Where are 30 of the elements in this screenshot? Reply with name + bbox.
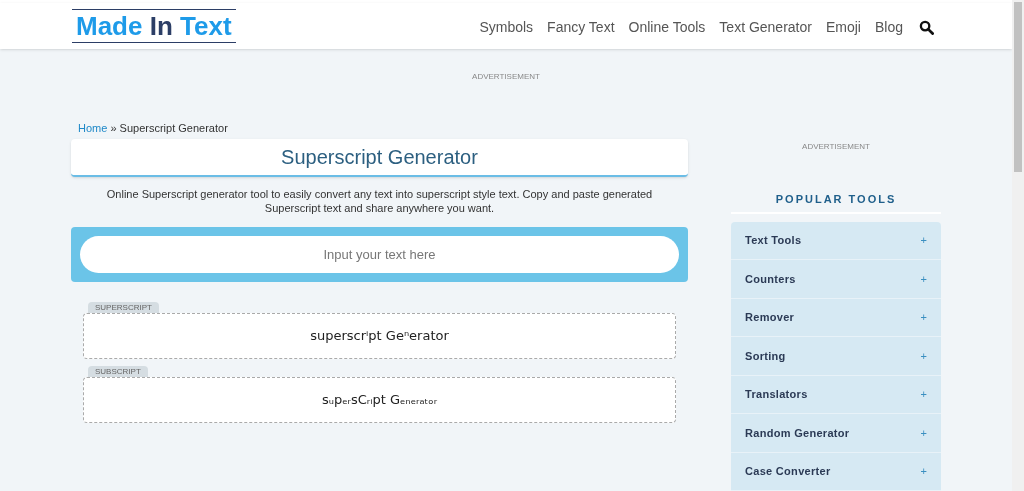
sidebar-heading: POPULAR TOOLS (775, 192, 897, 205)
scrollbar[interactable] (1012, 0, 1024, 491)
output-label: SUPERSCRIPT (88, 301, 159, 313)
description: Online Superscript generator tool to easily convert any text into superscript style text. Copy and paste generated Superscript text and share anywhere you want. (105, 186, 654, 215)
menu-item[interactable]: Counters (745, 270, 796, 287)
breadcrumb-separator: » (110, 121, 117, 134)
search-icon[interactable] (919, 20, 934, 36)
output-label: SUBSCRIPT (88, 365, 148, 377)
menu-item[interactable]: Remover (745, 309, 795, 326)
output-box[interactable]: sᵤpₑᵣsCᵣᵢpt Gₑₙₑᵣₐₜₒᵣ (83, 376, 676, 423)
menu-item[interactable]: Translators (745, 386, 808, 403)
menu-item[interactable]: Text Tools (745, 232, 802, 249)
breadcrumb-link[interactable]: Home (78, 121, 108, 134)
page-title: Superscript Generator (71, 138, 688, 177)
scrollbar-thumb[interactable] (1014, 2, 1022, 172)
nav-link[interactable]: Blog (874, 17, 903, 39)
output-box[interactable]: superscrⁱpt Geⁿerator (83, 312, 676, 359)
nav-link[interactable]: Text Generator (719, 17, 812, 39)
input-field[interactable]: Input your text here (80, 235, 679, 273)
nav-link[interactable]: Emoji (825, 17, 861, 39)
menu-item[interactable]: Random Generator (745, 424, 850, 441)
logo[interactable]: Made In Text (72, 8, 236, 43)
menu-item[interactable]: Case Converter (745, 463, 831, 480)
advertisement-label: ADVERTISEMENT (472, 71, 540, 81)
advertisement-label: ADVERTISEMENT (802, 141, 870, 151)
breadcrumb-current: Superscript Generator (119, 121, 228, 134)
menu-item[interactable]: Sorting (745, 347, 786, 364)
nav-link[interactable]: Fancy Text (547, 17, 615, 39)
nav-link[interactable]: Online Tools (628, 17, 706, 39)
nav-link[interactable]: Symbols (479, 17, 534, 39)
